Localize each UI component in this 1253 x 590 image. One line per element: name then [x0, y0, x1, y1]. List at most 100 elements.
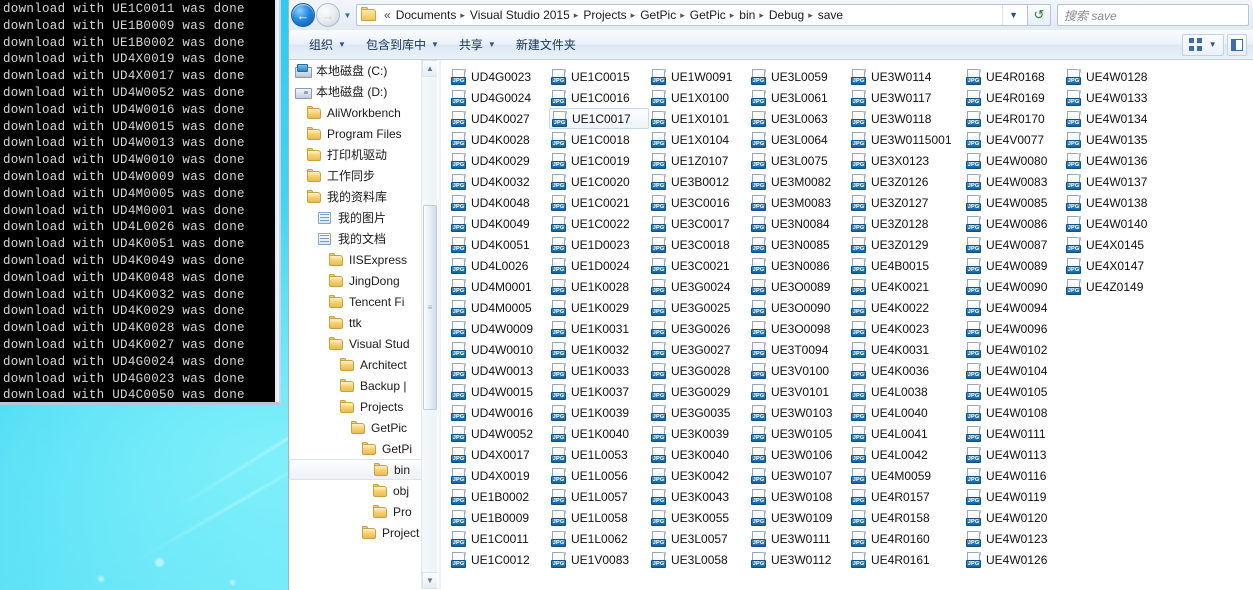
scrollbar-thumb[interactable]: ≡ — [423, 205, 437, 410]
file-list-pane[interactable]: JPG UD4G0023 JPG UD4G0024 JPG UD4K0027 JPG UD4K… — [441, 60, 1253, 589]
tree-item-[interactable]: 我的图片 — [289, 207, 437, 228]
file-item[interactable]: JPG UE3W0108 — [749, 486, 849, 507]
file-item[interactable]: JPG UE3Z0129 — [849, 234, 949, 255]
file-item[interactable]: JPG UE4W0133 — [1064, 87, 1164, 108]
file-item[interactable]: JPG UE3W0117 — [849, 87, 949, 108]
file-item[interactable]: JPG UE4L0038 — [849, 381, 949, 402]
file-item[interactable]: JPG UE3K0043 — [649, 486, 749, 507]
file-item[interactable]: JPG UE4W0119 — [964, 486, 1064, 507]
file-item[interactable]: JPG UE3C0021 — [649, 255, 749, 276]
tree-item-getpi[interactable]: GetPi — [289, 438, 437, 459]
file-item[interactable]: JPG UE3G0024 — [649, 276, 749, 297]
file-item[interactable]: JPG UE4W0126 — [964, 549, 1064, 570]
file-item[interactable]: JPG UE3M0083 — [749, 192, 849, 213]
file-item[interactable]: JPG UE3K0042 — [649, 465, 749, 486]
file-item[interactable]: JPG UE4M0059 — [849, 465, 949, 486]
file-item[interactable]: JPG UE4K0023 — [849, 318, 949, 339]
file-item[interactable]: JPG UE1B0009 — [449, 507, 549, 528]
file-item[interactable]: JPG UE3G0025 — [649, 297, 749, 318]
file-item[interactable]: JPG UE4W0104 — [964, 360, 1064, 381]
file-item[interactable]: JPG UE3X0123 — [849, 150, 949, 171]
file-item[interactable]: JPG UE4W0113 — [964, 444, 1064, 465]
file-item[interactable]: JPG UE3N0085 — [749, 234, 849, 255]
file-item[interactable]: JPG UE1K0039 — [549, 402, 649, 423]
tree-item-pro[interactable]: Pro — [289, 501, 437, 522]
file-item[interactable]: JPG UE3G0029 — [649, 381, 749, 402]
file-item[interactable]: JPG UE1C0019 — [549, 150, 649, 171]
file-item[interactable]: JPG UE3W0103 — [749, 402, 849, 423]
file-item[interactable]: JPG UE1D0023 — [549, 234, 649, 255]
file-item[interactable]: JPG UE4W0135 — [1064, 129, 1164, 150]
tree-item-obj[interactable]: obj — [289, 480, 437, 501]
file-item[interactable]: JPG UD4K0027 — [449, 108, 549, 129]
file-item[interactable]: JPG UE4W0096 — [964, 318, 1064, 339]
file-item[interactable]: JPG UE4W0128 — [1064, 66, 1164, 87]
file-item[interactable]: JPG UE3K0039 — [649, 423, 749, 444]
file-item[interactable]: JPG UE1K0031 — [549, 318, 649, 339]
file-item[interactable]: JPG UE4R0168 — [964, 66, 1064, 87]
file-item[interactable]: JPG UE1K0029 — [549, 297, 649, 318]
file-item[interactable]: JPG UE3M0082 — [749, 171, 849, 192]
file-item[interactable]: JPG UE3W0105 — [749, 423, 849, 444]
file-item[interactable]: JPG UE4K0022 — [849, 297, 949, 318]
file-item[interactable]: JPG UD4K0029 — [449, 150, 549, 171]
scroll-up-button[interactable]: ▲ — [422, 60, 437, 77]
tree-item-tencent-fi[interactable]: Tencent Fi — [289, 291, 437, 312]
preview-pane-button[interactable] — [1227, 33, 1247, 56]
file-item[interactable]: JPG UD4K0048 — [449, 192, 549, 213]
file-item[interactable]: JPG UE3V0101 — [749, 381, 849, 402]
file-item[interactable]: JPG UE4W0090 — [964, 276, 1064, 297]
file-item[interactable]: JPG UD4X0019 — [449, 465, 549, 486]
file-item[interactable]: JPG UE1K0032 — [549, 339, 649, 360]
file-item[interactable]: JPG UE1W0091 — [649, 66, 749, 87]
breadcrumb-item-getpic[interactable]: GetPic — [637, 7, 679, 23]
file-item[interactable]: JPG UE3G0026 — [649, 318, 749, 339]
file-item[interactable]: JPG UE4W0138 — [1064, 192, 1164, 213]
file-item[interactable]: JPG UE4W0116 — [964, 465, 1064, 486]
file-item[interactable]: JPG UE1K0040 — [549, 423, 649, 444]
file-item[interactable]: JPG UE1C0016 — [549, 87, 649, 108]
tree-item-c[interactable]: 本地磁盘 (C:) — [289, 60, 437, 81]
breadcrumb-overflow-icon[interactable]: « — [382, 8, 393, 22]
breadcrumb-dropdown-icon[interactable]: ▼ — [1002, 5, 1027, 25]
file-item[interactable]: JPG UE3G0035 — [649, 402, 749, 423]
file-item[interactable]: JPG UE1C0017 — [549, 108, 649, 129]
file-item[interactable]: JPG UE4W0111 — [964, 423, 1064, 444]
breadcrumb[interactable]: « Documents ▸ Visual Studio 2015 ▸ Proje… — [356, 4, 1028, 26]
breadcrumb-separator-icon[interactable]: ▸ — [459, 10, 467, 21]
file-item[interactable]: JPG UE1X0101 — [649, 108, 749, 129]
tree-item-backup[interactable]: Backup | — [289, 375, 437, 396]
tree-item-bin[interactable]: bin — [289, 459, 437, 480]
file-item[interactable]: JPG UE3Z0128 — [849, 213, 949, 234]
file-item[interactable]: JPG UE4X0145 — [1064, 234, 1164, 255]
file-item[interactable]: JPG UE1L0056 — [549, 465, 649, 486]
file-item[interactable]: JPG UD4K0049 — [449, 213, 549, 234]
file-item[interactable]: JPG UE4W0085 — [964, 192, 1064, 213]
file-item[interactable]: JPG UE3G0027 — [649, 339, 749, 360]
file-item[interactable]: JPG UE3Z0127 — [849, 192, 949, 213]
file-item[interactable]: JPG UE3K0055 — [649, 507, 749, 528]
file-item[interactable]: JPG UE3G0028 — [649, 360, 749, 381]
file-item[interactable]: JPG UE4R0157 — [849, 486, 949, 507]
file-item[interactable]: JPG UE4L0041 — [849, 423, 949, 444]
search-input[interactable]: 搜索 save — [1057, 4, 1249, 26]
file-item[interactable]: JPG UD4M0001 — [449, 276, 549, 297]
file-item[interactable]: JPG UE4K0036 — [849, 360, 949, 381]
tree-item-visual-stud[interactable]: Visual Stud — [289, 333, 437, 354]
file-item[interactable]: JPG UE1C0020 — [549, 171, 649, 192]
file-item[interactable]: JPG UE1L0058 — [549, 507, 649, 528]
breadcrumb-separator-icon[interactable]: ▸ — [679, 10, 687, 21]
tree-item-[interactable]: 我的资料库 — [289, 186, 437, 207]
file-item[interactable]: JPG UE4W0120 — [964, 507, 1064, 528]
file-item[interactable]: JPG UE3B0012 — [649, 171, 749, 192]
file-item[interactable]: JPG UE1V0083 — [549, 549, 649, 570]
tree-item-[interactable]: 工作同步 — [289, 165, 437, 186]
file-item[interactable]: JPG UE4V0077 — [964, 129, 1064, 150]
tree-item-d[interactable]: 本地磁盘 (D:) — [289, 81, 437, 102]
file-item[interactable]: JPG UE4R0170 — [964, 108, 1064, 129]
file-item[interactable]: JPG UE1C0021 — [549, 192, 649, 213]
file-item[interactable]: JPG UE4W0123 — [964, 528, 1064, 549]
file-item[interactable]: JPG UE4R0169 — [964, 87, 1064, 108]
file-item[interactable]: JPG UE1B0002 — [449, 486, 549, 507]
file-item[interactable]: JPG UE3W0107 — [749, 465, 849, 486]
